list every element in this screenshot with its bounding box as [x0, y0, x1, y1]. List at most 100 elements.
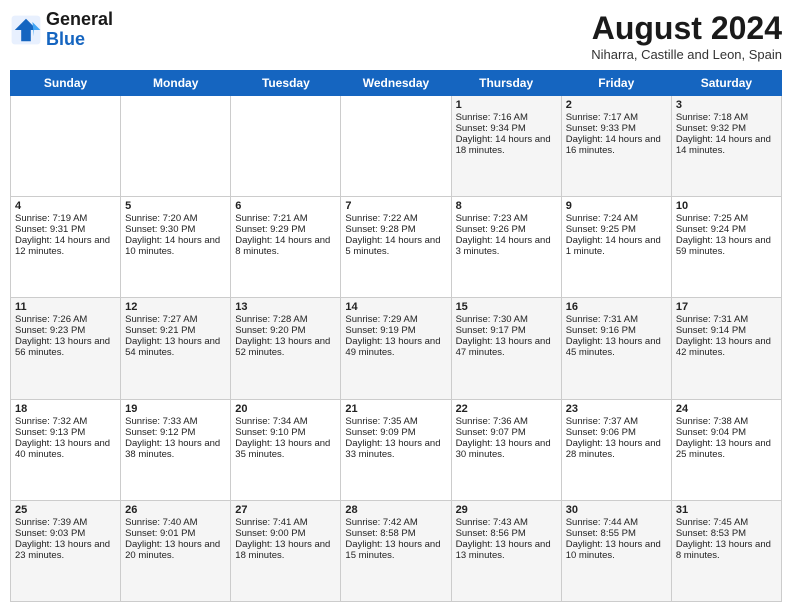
sunset-text: Sunset: 9:33 PM [566, 123, 667, 134]
sunset-text: Sunset: 9:13 PM [15, 427, 116, 438]
sunrise-text: Sunrise: 7:31 AM [676, 314, 777, 325]
daylight-text: Daylight: 14 hours and 8 minutes. [235, 235, 336, 257]
day-number: 14 [345, 301, 446, 313]
day-number: 21 [345, 403, 446, 415]
sunrise-text: Sunrise: 7:32 AM [15, 416, 116, 427]
daylight-text: Daylight: 13 hours and 52 minutes. [235, 336, 336, 358]
calendar-cell: 29Sunrise: 7:43 AMSunset: 8:56 PMDayligh… [451, 500, 561, 601]
logo-text: General Blue [46, 10, 113, 50]
calendar-cell: 23Sunrise: 7:37 AMSunset: 9:06 PMDayligh… [561, 399, 671, 500]
daylight-text: Daylight: 14 hours and 16 minutes. [566, 134, 667, 156]
logo-line1: General [46, 9, 113, 29]
daylight-text: Daylight: 13 hours and 33 minutes. [345, 438, 446, 460]
sunrise-text: Sunrise: 7:25 AM [676, 213, 777, 224]
calendar-cell: 19Sunrise: 7:33 AMSunset: 9:12 PMDayligh… [121, 399, 231, 500]
daylight-text: Daylight: 13 hours and 8 minutes. [676, 539, 777, 561]
day-header-tuesday: Tuesday [231, 71, 341, 96]
daylight-text: Daylight: 13 hours and 35 minutes. [235, 438, 336, 460]
calendar-cell: 18Sunrise: 7:32 AMSunset: 9:13 PMDayligh… [11, 399, 121, 500]
calendar-cell: 16Sunrise: 7:31 AMSunset: 9:16 PMDayligh… [561, 298, 671, 399]
day-number: 17 [676, 301, 777, 313]
daylight-text: Daylight: 13 hours and 28 minutes. [566, 438, 667, 460]
sunrise-text: Sunrise: 7:16 AM [456, 112, 557, 123]
day-number: 31 [676, 504, 777, 516]
sunset-text: Sunset: 8:53 PM [676, 528, 777, 539]
sunset-text: Sunset: 8:56 PM [456, 528, 557, 539]
daylight-text: Daylight: 13 hours and 40 minutes. [15, 438, 116, 460]
daylight-text: Daylight: 13 hours and 13 minutes. [456, 539, 557, 561]
calendar-cell: 10Sunrise: 7:25 AMSunset: 9:24 PMDayligh… [671, 197, 781, 298]
calendar-cell: 4Sunrise: 7:19 AMSunset: 9:31 PMDaylight… [11, 197, 121, 298]
day-number: 26 [125, 504, 226, 516]
calendar-cell [231, 96, 341, 197]
sunrise-text: Sunrise: 7:41 AM [235, 517, 336, 528]
sunrise-text: Sunrise: 7:42 AM [345, 517, 446, 528]
location: Niharra, Castille and Leon, Spain [591, 47, 782, 62]
day-number: 3 [676, 99, 777, 111]
sunrise-text: Sunrise: 7:27 AM [125, 314, 226, 325]
sunset-text: Sunset: 9:00 PM [235, 528, 336, 539]
calendar-week-3: 11Sunrise: 7:26 AMSunset: 9:23 PMDayligh… [11, 298, 782, 399]
day-number: 28 [345, 504, 446, 516]
calendar-cell: 15Sunrise: 7:30 AMSunset: 9:17 PMDayligh… [451, 298, 561, 399]
day-number: 13 [235, 301, 336, 313]
calendar-week-5: 25Sunrise: 7:39 AMSunset: 9:03 PMDayligh… [11, 500, 782, 601]
sunrise-text: Sunrise: 7:17 AM [566, 112, 667, 123]
sunset-text: Sunset: 9:28 PM [345, 224, 446, 235]
daylight-text: Daylight: 14 hours and 1 minute. [566, 235, 667, 257]
day-number: 20 [235, 403, 336, 415]
sunrise-text: Sunrise: 7:28 AM [235, 314, 336, 325]
daylight-text: Daylight: 13 hours and 42 minutes. [676, 336, 777, 358]
day-number: 12 [125, 301, 226, 313]
day-number: 23 [566, 403, 667, 415]
day-number: 5 [125, 200, 226, 212]
sunrise-text: Sunrise: 7:45 AM [676, 517, 777, 528]
day-header-thursday: Thursday [451, 71, 561, 96]
daylight-text: Daylight: 13 hours and 38 minutes. [125, 438, 226, 460]
daylight-text: Daylight: 13 hours and 49 minutes. [345, 336, 446, 358]
sunrise-text: Sunrise: 7:44 AM [566, 517, 667, 528]
sunrise-text: Sunrise: 7:37 AM [566, 416, 667, 427]
sunrise-text: Sunrise: 7:40 AM [125, 517, 226, 528]
sunrise-text: Sunrise: 7:18 AM [676, 112, 777, 123]
sunset-text: Sunset: 9:07 PM [456, 427, 557, 438]
sunset-text: Sunset: 9:31 PM [15, 224, 116, 235]
sunrise-text: Sunrise: 7:31 AM [566, 314, 667, 325]
daylight-text: Daylight: 13 hours and 59 minutes. [676, 235, 777, 257]
day-number: 2 [566, 99, 667, 111]
calendar-cell: 2Sunrise: 7:17 AMSunset: 9:33 PMDaylight… [561, 96, 671, 197]
daylight-text: Daylight: 13 hours and 47 minutes. [456, 336, 557, 358]
sunset-text: Sunset: 9:21 PM [125, 325, 226, 336]
title-section: August 2024 Niharra, Castille and Leon, … [591, 10, 782, 62]
calendar-page: General Blue August 2024 Niharra, Castil… [0, 0, 792, 612]
daylight-text: Daylight: 14 hours and 18 minutes. [456, 134, 557, 156]
sunset-text: Sunset: 9:20 PM [235, 325, 336, 336]
day-number: 15 [456, 301, 557, 313]
daylight-text: Daylight: 14 hours and 12 minutes. [15, 235, 116, 257]
day-header-saturday: Saturday [671, 71, 781, 96]
daylight-text: Daylight: 13 hours and 56 minutes. [15, 336, 116, 358]
calendar-cell: 11Sunrise: 7:26 AMSunset: 9:23 PMDayligh… [11, 298, 121, 399]
calendar-cell: 24Sunrise: 7:38 AMSunset: 9:04 PMDayligh… [671, 399, 781, 500]
calendar-cell: 13Sunrise: 7:28 AMSunset: 9:20 PMDayligh… [231, 298, 341, 399]
calendar-table: SundayMondayTuesdayWednesdayThursdayFrid… [10, 70, 782, 602]
calendar-cell: 28Sunrise: 7:42 AMSunset: 8:58 PMDayligh… [341, 500, 451, 601]
calendar-cell [121, 96, 231, 197]
sunset-text: Sunset: 9:29 PM [235, 224, 336, 235]
calendar-cell: 6Sunrise: 7:21 AMSunset: 9:29 PMDaylight… [231, 197, 341, 298]
calendar-cell: 3Sunrise: 7:18 AMSunset: 9:32 PMDaylight… [671, 96, 781, 197]
calendar-cell: 5Sunrise: 7:20 AMSunset: 9:30 PMDaylight… [121, 197, 231, 298]
month-year: August 2024 [591, 10, 782, 47]
sunset-text: Sunset: 9:16 PM [566, 325, 667, 336]
sunset-text: Sunset: 9:09 PM [345, 427, 446, 438]
daylight-text: Daylight: 13 hours and 54 minutes. [125, 336, 226, 358]
day-number: 22 [456, 403, 557, 415]
sunset-text: Sunset: 9:06 PM [566, 427, 667, 438]
sunrise-text: Sunrise: 7:39 AM [15, 517, 116, 528]
daylight-text: Daylight: 14 hours and 10 minutes. [125, 235, 226, 257]
day-number: 9 [566, 200, 667, 212]
sunset-text: Sunset: 9:24 PM [676, 224, 777, 235]
sunrise-text: Sunrise: 7:30 AM [456, 314, 557, 325]
calendar-cell: 20Sunrise: 7:34 AMSunset: 9:10 PMDayligh… [231, 399, 341, 500]
sunset-text: Sunset: 9:14 PM [676, 325, 777, 336]
